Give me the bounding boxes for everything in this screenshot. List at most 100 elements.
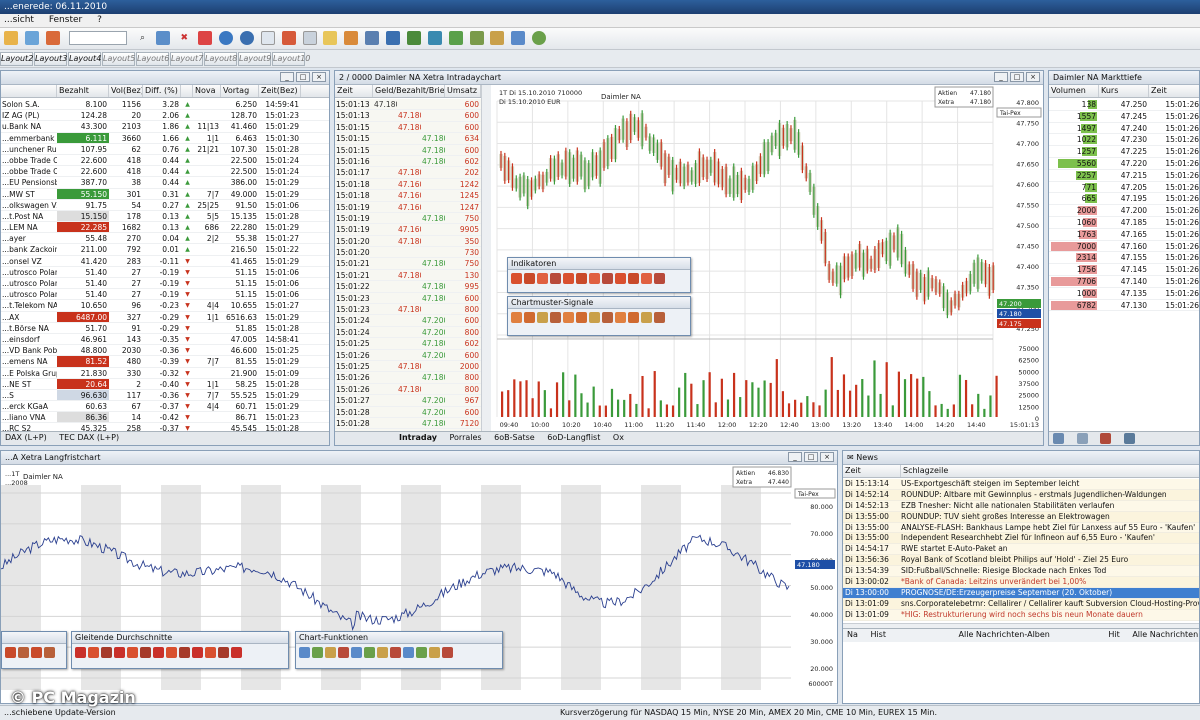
pattern-3-icon[interactable]	[537, 312, 548, 323]
tab-layout2[interactable]: Layout2	[0, 52, 33, 66]
table-row[interactable]: ...emmerbank 6.111 3660 1.66 ▲ 1|1 6.463 15:01:…	[1, 132, 329, 144]
average-9-icon[interactable]	[179, 647, 190, 658]
news-item[interactable]: Di 13:55:00 ROUNDUP: TUV sieht großes Int…	[843, 511, 1199, 523]
table-row[interactable]: ...obbe Trade Con 22.600 418 0.44 ▲ 22.500 15:…	[1, 155, 329, 167]
tab-tecdax[interactable]: TEC DAX (L+P)	[59, 433, 119, 442]
col-diff[interactable]: Diff. (%)	[143, 85, 181, 97]
list-item[interactable]: 15:01:15 47.180 600	[335, 122, 481, 134]
average-3-icon[interactable]	[101, 647, 112, 658]
grid-icon[interactable]	[469, 31, 484, 45]
menu-item-fenster[interactable]: Fenster	[49, 15, 82, 25]
news-item[interactable]: Di 14:52:14 ROUNDUP: Altbare mit Gewinnpl…	[843, 489, 1199, 501]
col-zeit[interactable]: Zeit	[843, 465, 901, 477]
function-2-icon[interactable]	[312, 647, 323, 658]
alarm-icon[interactable]	[281, 31, 296, 45]
table-row[interactable]: ...obbe Trade Con 22.600 418 0.44 ▲ 22.500 15:…	[1, 166, 329, 178]
table-row[interactable]: ...EU Pensionsb. 387.70 38 0.44 ▲ 386.00 15:01…	[1, 177, 329, 189]
average-4-icon[interactable]	[114, 647, 125, 658]
print-icon[interactable]	[1123, 433, 1135, 444]
table-row[interactable]: ...olkswagen VZ 91.75 54 0.27 ▲ 25|25 91.50 15:…	[1, 200, 329, 211]
indicator-4-icon[interactable]	[550, 273, 561, 284]
average-10-icon[interactable]	[192, 647, 203, 658]
function-3-icon[interactable]	[325, 647, 336, 658]
list-item[interactable]: 15:01:15 47.180 634	[335, 133, 481, 145]
indicator-11-icon[interactable]	[641, 273, 652, 284]
list-item[interactable]: 15:01:21 47.180 750	[335, 258, 481, 270]
col-volumen[interactable]: Volumen	[1049, 85, 1099, 97]
list-item[interactable]: 1022 47.230 15:01:26	[1049, 134, 1199, 147]
list-item[interactable]: 15:01:28 47.180 7120	[335, 418, 481, 430]
home-icon[interactable]	[4, 31, 18, 45]
list-item[interactable]: 15:01:26 47.180 800	[335, 372, 481, 384]
tab-dax[interactable]: DAX (L+P)	[5, 433, 47, 442]
news-item[interactable]: Di 13:55:00 ANALYSE-FLASH: Bankhaus Lampe…	[843, 522, 1199, 534]
news-filter-hit[interactable]: Hit	[1108, 630, 1119, 639]
news-filter-all[interactable]: Alle Nachrichten	[1132, 630, 1198, 639]
indicator-3-icon[interactable]	[537, 273, 548, 284]
list-item[interactable]: 1060 47.185 15:01:26	[1049, 217, 1199, 229]
tab-ox[interactable]: Ox	[613, 433, 624, 442]
news-item[interactable]: Di 13:01:09 *HIG: Restrukturierung wird n…	[843, 609, 1199, 621]
pattern-7-icon[interactable]	[589, 312, 600, 323]
function-12-icon[interactable]	[442, 647, 453, 658]
news-item[interactable]: Di 13:55:00 Independent Researchhebt Ziel…	[843, 533, 1199, 545]
list-item[interactable]: 15:01:19 47.160 1247	[335, 202, 481, 213]
menu-item-ansicht[interactable]: ...sicht	[4, 15, 34, 25]
list-item[interactable]: 2257 47.215 15:01:26	[1049, 170, 1199, 182]
tab-6od-langflist[interactable]: 6oD-Langflist	[547, 433, 600, 442]
function-1-icon[interactable]	[299, 647, 310, 658]
list-item[interactable]: 15:01:20 730	[335, 247, 481, 259]
pattern-9-icon[interactable]	[615, 312, 626, 323]
news-filter-hist[interactable]: Hist	[870, 630, 886, 639]
symbol-search-input[interactable]	[68, 31, 127, 45]
col-bezahlt[interactable]: Bezahlt	[57, 85, 109, 97]
close-icon[interactable]: ×	[312, 72, 326, 82]
average-12-icon[interactable]	[218, 647, 229, 658]
close-icon[interactable]: ×	[820, 452, 834, 462]
list-item[interactable]: 15:01:25 47.180 602	[335, 338, 481, 350]
pattern-11-icon[interactable]	[641, 312, 652, 323]
list-item[interactable]: 15:01:25 47.180 2000	[335, 361, 481, 373]
chart-icon[interactable]	[511, 31, 526, 45]
average-5-icon[interactable]	[127, 647, 138, 658]
page-icon[interactable]	[260, 31, 275, 45]
news-item[interactable]: Di 13:00:00 PROGNOSE/DE:Erzeugerpreise Se…	[843, 587, 1199, 599]
list-item[interactable]: 15:01:19 47.160 9905	[335, 224, 481, 236]
col-zeit[interactable]: Zeit	[1149, 85, 1199, 97]
table-row[interactable]: ...NE ST 20.64 2 -0.40 ▼ 1|1 58.25 15:01:28	[1, 378, 329, 390]
copy-icon[interactable]	[302, 31, 317, 45]
line-icon[interactable]	[406, 31, 421, 45]
indicator-2-icon[interactable]	[524, 273, 535, 284]
average-7-icon[interactable]	[153, 647, 164, 658]
news-item[interactable]: Di 15:13:14 US-Exportgeschäft steigen im …	[843, 479, 1199, 490]
list-item[interactable]: 15:01:15 47.180 600	[335, 145, 481, 156]
close-icon[interactable]: ✖	[177, 31, 191, 45]
table-row[interactable]: ...unchener Rueck 107.95 62 0.76 ▲ 21|21 107.3…	[1, 144, 329, 155]
indicator-7-icon[interactable]	[589, 273, 600, 284]
list-item[interactable]: 15:01:18 47.160 1242	[335, 179, 481, 191]
list-item[interactable]: 15:01:24 47.200 800	[335, 327, 481, 339]
indicator-1-icon[interactable]	[511, 273, 522, 284]
maximize-icon[interactable]: □	[296, 72, 310, 82]
list-item[interactable]: 771 47.205 15:01:26	[1049, 182, 1199, 194]
table-row[interactable]: ...E Polska Grupa 21.830 330 -0.32 ▼ 21.900 15…	[1, 368, 329, 379]
function-4-icon[interactable]	[338, 647, 349, 658]
list-item[interactable]: 15:01:20 47.180 350	[335, 236, 481, 248]
refresh-icon[interactable]	[156, 31, 171, 45]
list-item[interactable]: 7706 47.140 15:01:26	[1049, 276, 1199, 288]
table-row[interactable]: ...utrosco Poland S/51.40 27 -0.19 ▼ 51.15 15…	[1, 267, 329, 278]
table-row[interactable]: ...VD Bank Pobbi 48.800 2030 -0.36 ▼ 46.600 15…	[1, 345, 329, 357]
indicator-6-icon[interactable]	[576, 273, 587, 284]
news-filter-all-select[interactable]: Alle Nachrichten-Alben	[959, 630, 1050, 639]
chart-icon[interactable]	[1100, 433, 1112, 444]
average-2-icon[interactable]	[88, 647, 99, 658]
table-row[interactable]: ...MW ST 55.150 301 0.31 ▲ 7|7 49.000 15:01:29	[1, 188, 329, 200]
list-item[interactable]: 15:01:28 47.200 600	[335, 407, 481, 418]
col-nova[interactable]: Nova	[193, 85, 221, 97]
function-6-icon[interactable]	[364, 647, 375, 658]
table-row[interactable]: ...t.Post NA 15.150 178 0.13 ▲ 5|5 15.135 15:01…	[1, 210, 329, 223]
list-item[interactable]: 2314 47.155 15:01:26	[1049, 252, 1199, 265]
news-item[interactable]: Di 13:01:09 sns.Corporatelebetrnr: Cellal…	[843, 598, 1199, 610]
pattern-10-icon[interactable]	[628, 312, 639, 323]
table-row[interactable]: ...bank Zackoini W 211.00 792 0.01 ▲ 216.50 15…	[1, 244, 329, 256]
